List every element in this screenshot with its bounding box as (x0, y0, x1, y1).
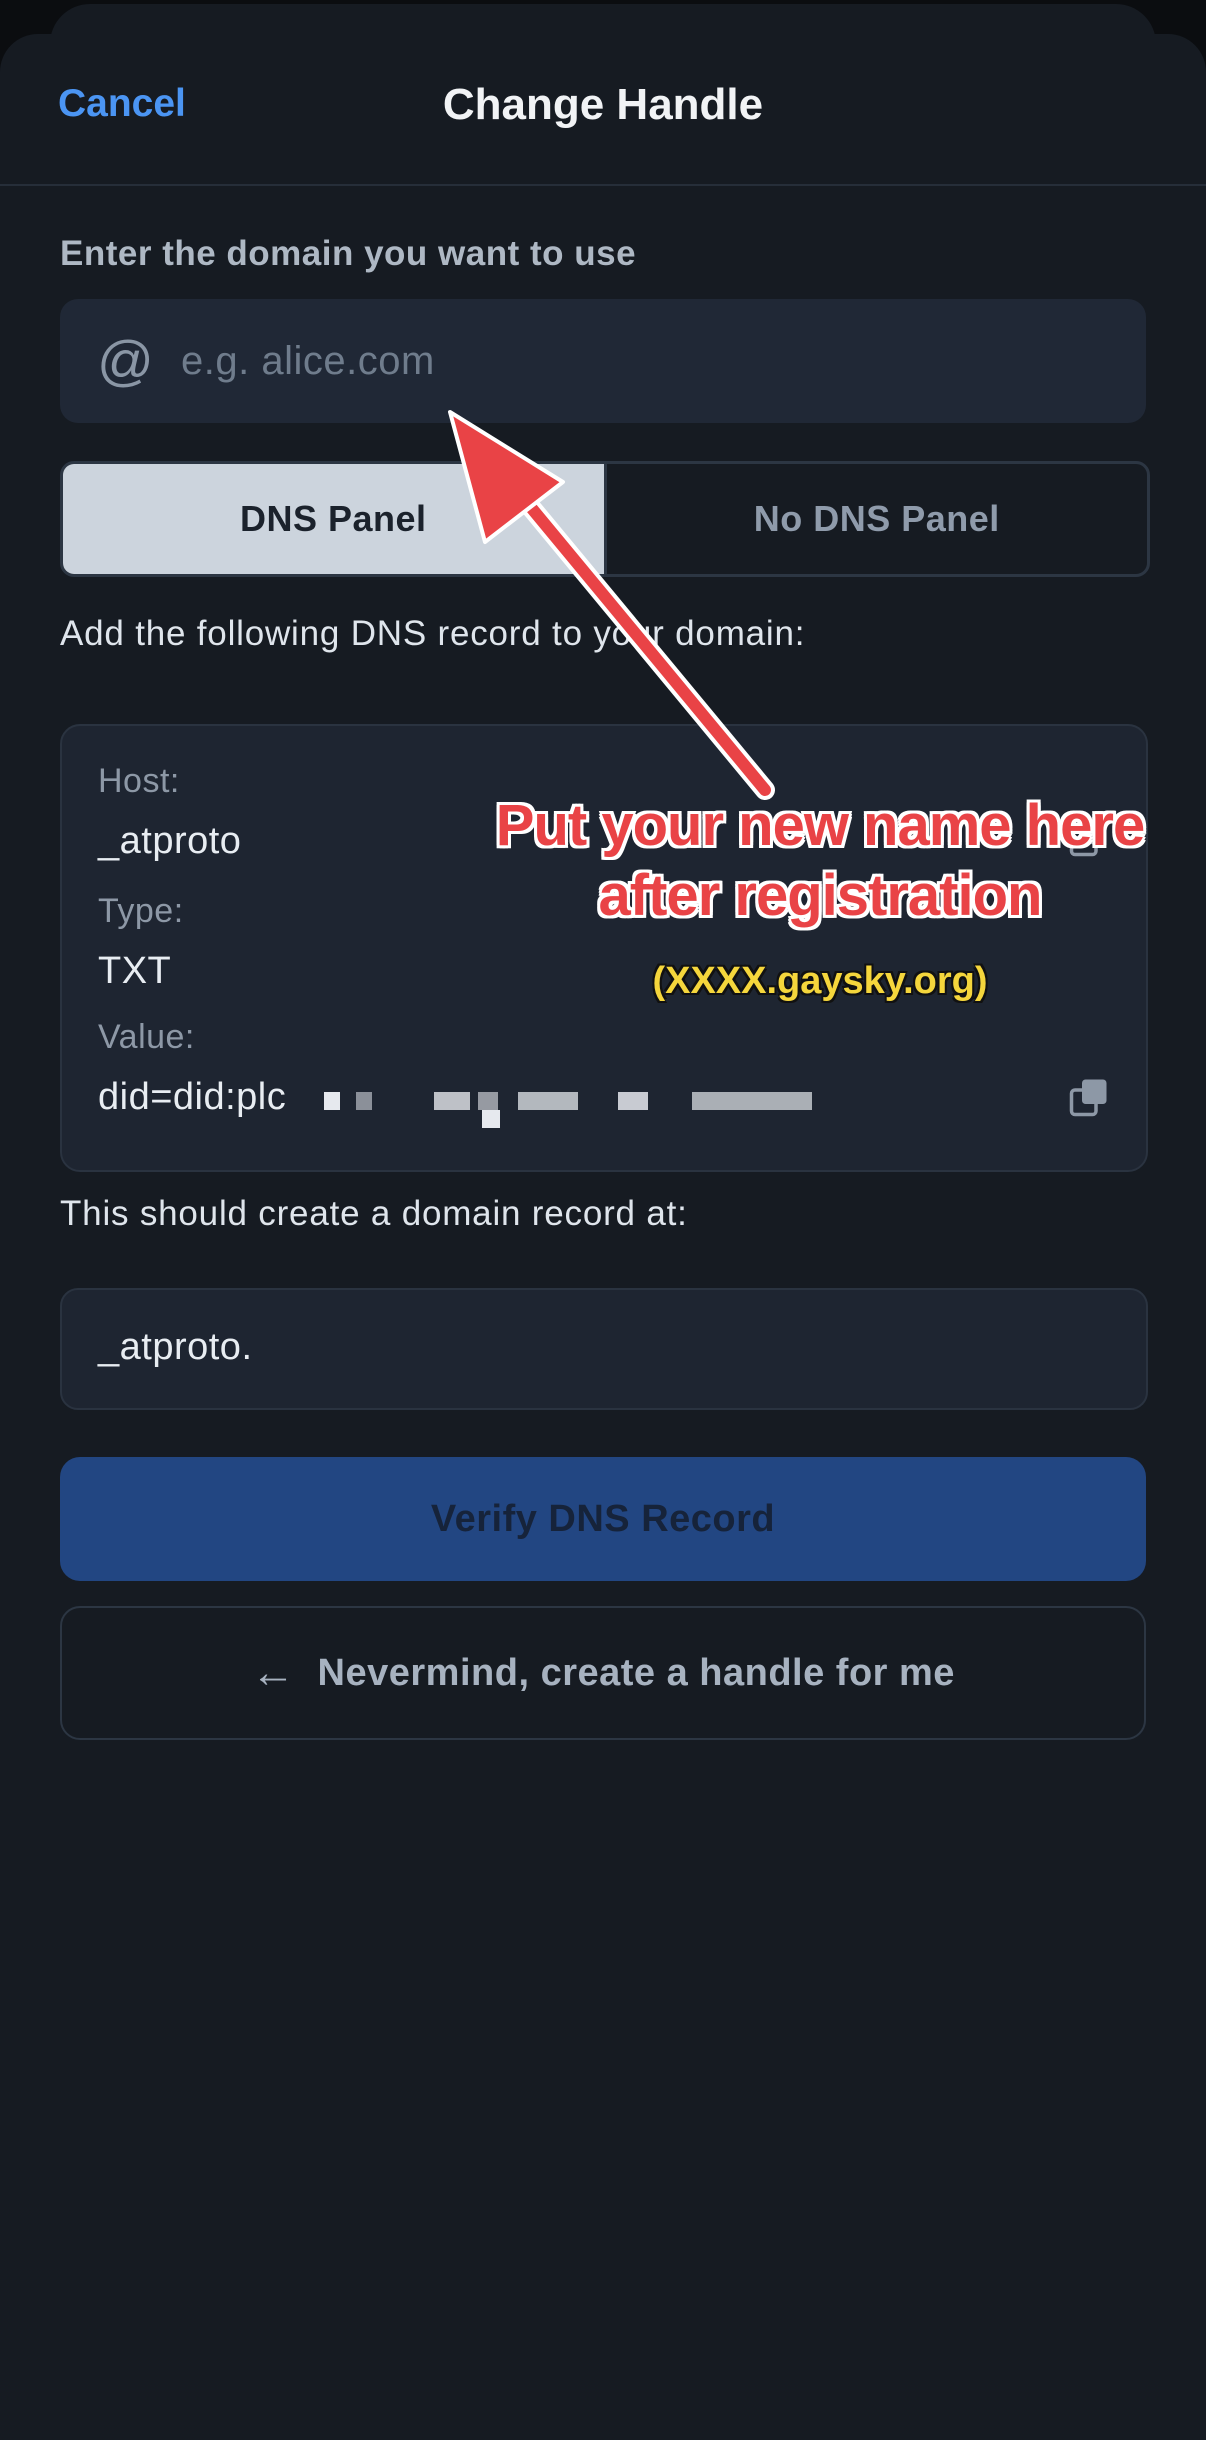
value-label: Value: (98, 1018, 195, 1056)
domain-record-box: _atproto. (60, 1288, 1148, 1410)
type-label: Type: (98, 892, 184, 930)
verify-dns-record-button[interactable]: Verify DNS Record (60, 1457, 1146, 1581)
annotation-sub: (XXXX.gaysky.org) (652, 960, 988, 1002)
domain-input[interactable] (179, 320, 1146, 402)
value-prefix: did=did:plc (98, 1076, 287, 1118)
dns-panel-toggle: DNS Panel No DNS Panel (60, 461, 1150, 577)
change-handle-sheet: Cancel Change Handle Enter the domain yo… (0, 34, 1206, 2440)
copy-value-icon[interactable] (1068, 1076, 1110, 1118)
nevermind-label: Nevermind, create a handle for me (317, 1651, 955, 1694)
type-value: TXT (98, 950, 172, 992)
annotation-line-1: Put your new name here (495, 793, 1145, 858)
page-title: Change Handle (442, 80, 764, 129)
dns-instructions: Add the following DNS record to your dom… (60, 614, 806, 653)
nevermind-button[interactable]: ← Nevermind, create a handle for me (60, 1606, 1146, 1740)
arrow-left-icon: ← (251, 1648, 296, 1697)
domain-label: Enter the domain you want to use (60, 234, 637, 273)
dns-panel-tab[interactable]: DNS Panel (63, 464, 607, 574)
domain-record-label: This should create a domain record at: (60, 1194, 688, 1233)
header: Cancel Change Handle (0, 34, 1206, 186)
no-dns-panel-tab[interactable]: No DNS Panel (607, 464, 1148, 574)
domain-record-value: _atproto. (98, 1326, 253, 1368)
value-text: did=did:plc (98, 1076, 286, 1119)
host-value: _atproto (98, 820, 242, 862)
host-label: Host: (98, 762, 180, 800)
domain-field[interactable]: @ (60, 299, 1146, 423)
at-icon: @ (97, 329, 154, 392)
annotation-line-2: after registration (598, 863, 1043, 928)
